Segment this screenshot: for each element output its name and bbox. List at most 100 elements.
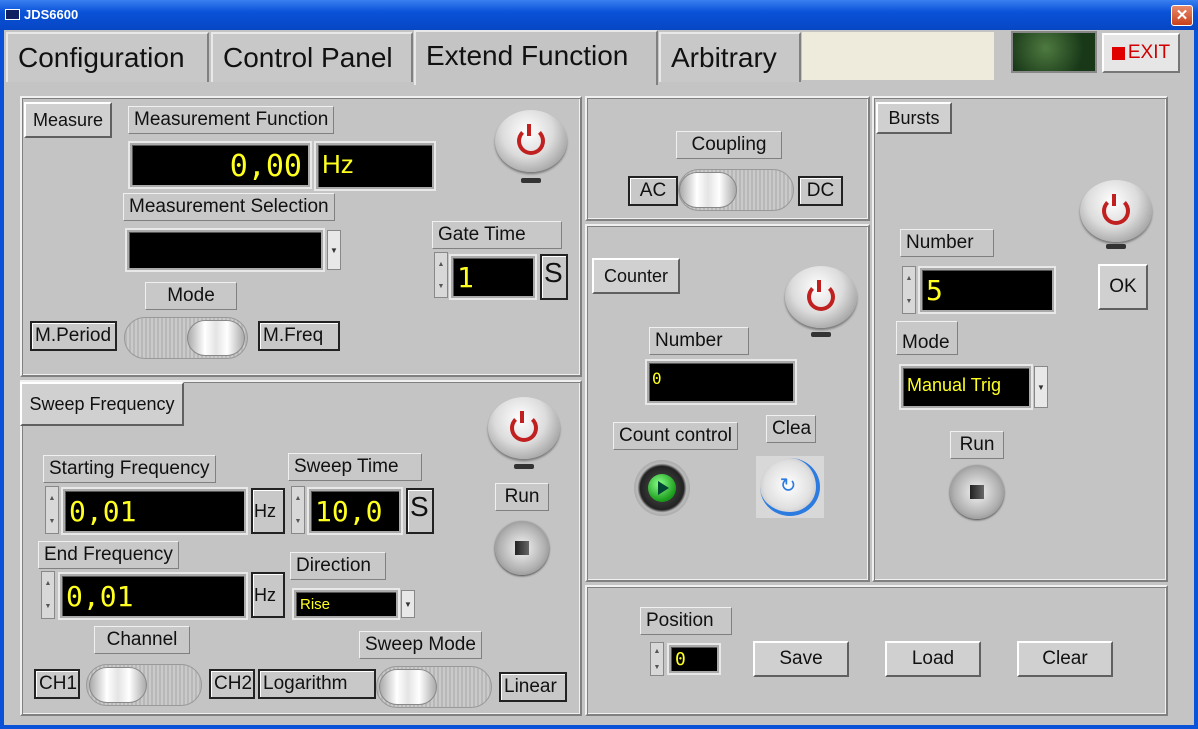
count-control-label: Count control xyxy=(613,422,739,450)
exit-label: EXIT xyxy=(1127,42,1171,63)
sweep-time-display[interactable]: 10,0 xyxy=(309,489,401,533)
sweep-mode-label: Sweep Mode xyxy=(359,631,482,659)
sweep-frequency-button[interactable]: Sweep Frequency xyxy=(20,382,184,426)
sweep-power-button[interactable] xyxy=(488,397,560,459)
sweep-status-led xyxy=(514,464,534,469)
starting-frequency-display[interactable]: 0,01 xyxy=(63,489,246,533)
sweep-run-button[interactable] xyxy=(495,521,549,575)
clear-button[interactable]: Clear xyxy=(1017,641,1113,677)
sweep-time-stepper[interactable]: ▲ ▼ xyxy=(291,486,305,534)
title-bar: JDS6600 ✕ xyxy=(0,0,1198,30)
measurement-function-label: Measurement Function xyxy=(128,106,335,134)
channel-toggle[interactable] xyxy=(86,664,202,706)
direction-dropdown[interactable]: Rise xyxy=(294,590,398,618)
sweep-mode-toggle[interactable] xyxy=(376,666,492,708)
counter-number-label: Number xyxy=(649,327,749,355)
toggle-knob xyxy=(89,667,147,703)
starting-frequency-unit: Hz xyxy=(251,488,285,534)
bursts-run-button[interactable] xyxy=(950,465,1004,519)
end-frequency-unit: Hz xyxy=(251,572,285,618)
measure-mode-label: Mode xyxy=(145,282,237,310)
bursts-number-stepper[interactable]: ▲ ▼ xyxy=(902,266,916,314)
power-icon xyxy=(510,411,538,442)
counter-status-led xyxy=(811,332,831,337)
power-icon xyxy=(1102,194,1130,225)
measurement-selection-label: Measurement Selection xyxy=(123,193,335,221)
channel-label: Channel xyxy=(94,626,190,654)
counter-number-display: 0 xyxy=(647,361,795,403)
power-icon xyxy=(517,124,545,155)
end-frequency-stepper[interactable]: ▲ ▼ xyxy=(41,571,55,619)
connection-indicator xyxy=(1011,31,1097,73)
stop-icon xyxy=(1111,46,1125,60)
gate-time-display[interactable]: 1 xyxy=(451,256,535,298)
position-stepper[interactable]: ▲ ▼ xyxy=(650,642,664,676)
counter-clear-button[interactable]: ↻ xyxy=(756,456,824,518)
counter-clear-label: Clea xyxy=(766,415,816,443)
end-frequency-display[interactable]: 0,01 xyxy=(60,574,246,618)
toggle-knob xyxy=(679,172,737,208)
bursts-number-display[interactable]: 5 xyxy=(920,268,1054,312)
bursts-mode-dropdown[interactable]: Manual Trig xyxy=(901,366,1031,408)
mode-m-freq-label: M.Freq xyxy=(258,321,340,351)
bursts-button[interactable]: Bursts xyxy=(876,102,952,134)
tab-extend-function[interactable]: Extend Function xyxy=(414,30,658,85)
starting-frequency-label: Starting Frequency xyxy=(43,455,216,483)
gate-time-label: Gate Time xyxy=(432,221,562,249)
bursts-power-button[interactable] xyxy=(1080,180,1152,242)
coupling-ac-label: AC xyxy=(628,176,678,206)
bursts-status-led xyxy=(1106,244,1126,249)
toggle-knob xyxy=(187,320,245,356)
counter-power-button[interactable] xyxy=(785,266,857,328)
channel-ch2-label: CH2 xyxy=(209,669,255,699)
stop-icon xyxy=(970,485,984,499)
sweep-mode-linear-label: Linear xyxy=(499,672,567,702)
tab-arbitrary[interactable]: Arbitrary xyxy=(659,32,801,82)
coupling-dc-label: DC xyxy=(798,176,843,206)
tab-control-panel[interactable]: Control Panel xyxy=(211,32,413,82)
gate-time-stepper[interactable]: ▲ ▼ xyxy=(434,252,448,298)
measure-power-button[interactable] xyxy=(495,110,567,172)
end-frequency-label: End Frequency xyxy=(38,541,179,569)
position-display[interactable]: 0 xyxy=(669,645,719,673)
refresh-icon: ↻ xyxy=(760,458,820,516)
starting-frequency-stepper[interactable]: ▲ ▼ xyxy=(45,486,59,534)
measurement-value-display: 0,00 xyxy=(130,143,310,187)
coupling-label: Coupling xyxy=(676,131,782,159)
tab-configuration[interactable]: Configuration xyxy=(6,32,209,82)
stop-icon xyxy=(515,541,529,555)
chevron-down-icon[interactable]: ▼ xyxy=(327,230,341,270)
counter-button[interactable]: Counter xyxy=(592,258,680,294)
exit-button[interactable]: EXIT xyxy=(1102,33,1180,73)
measure-mode-toggle[interactable] xyxy=(124,317,248,359)
toggle-knob xyxy=(379,669,437,705)
channel-ch1-label: CH1 xyxy=(34,669,80,699)
bursts-run-label: Run xyxy=(950,431,1004,459)
chevron-down-icon[interactable]: ▼ xyxy=(401,590,415,618)
measurement-unit-display: Hz xyxy=(316,143,434,189)
sweep-time-label: Sweep Time xyxy=(288,453,422,481)
position-label: Position xyxy=(640,607,732,635)
load-button[interactable]: Load xyxy=(885,641,981,677)
measurement-selection-dropdown[interactable] xyxy=(127,230,323,270)
count-control-button[interactable] xyxy=(634,460,690,516)
chevron-down-icon[interactable]: ▼ xyxy=(1034,366,1048,408)
window-title: JDS6600 xyxy=(24,7,79,22)
sweep-mode-logarithm-label: Logarithm xyxy=(258,669,376,699)
bursts-ok-button[interactable]: OK xyxy=(1098,264,1148,310)
sweep-time-unit: S xyxy=(406,488,434,534)
bursts-number-label: Number xyxy=(900,229,994,257)
measure-button[interactable]: Measure xyxy=(24,102,112,138)
window-close-button[interactable]: ✕ xyxy=(1171,5,1193,26)
bursts-mode-label: Mode xyxy=(896,321,958,355)
save-button[interactable]: Save xyxy=(753,641,849,677)
direction-label: Direction xyxy=(290,552,386,580)
app-icon xyxy=(5,9,20,20)
power-icon xyxy=(807,280,835,311)
measure-status-led xyxy=(521,178,541,183)
sweep-run-label: Run xyxy=(495,483,549,511)
gate-time-unit: S xyxy=(540,254,568,300)
coupling-toggle[interactable] xyxy=(678,169,794,211)
play-icon xyxy=(648,474,676,502)
tab-strip-filler xyxy=(802,32,994,80)
